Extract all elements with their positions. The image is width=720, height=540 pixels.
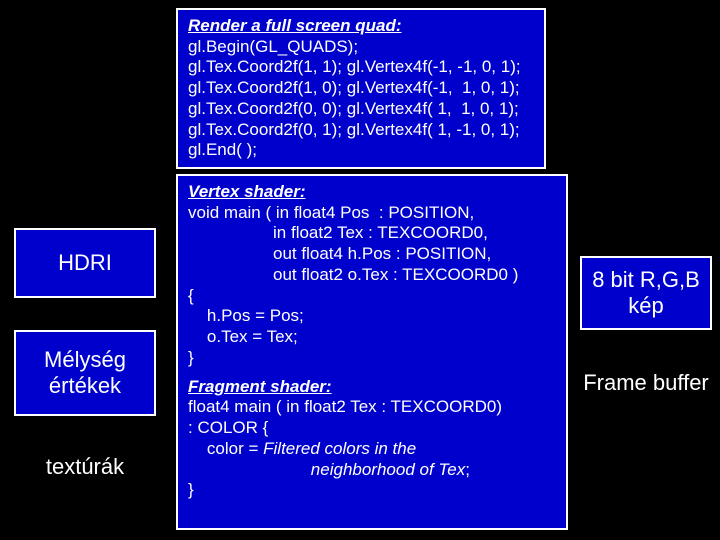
vertex-heading: Vertex shader: <box>188 182 556 203</box>
quad-heading: Render a full screen quad: <box>188 16 534 37</box>
shader-code-box: Vertex shader: void main ( in float4 Pos… <box>176 174 568 530</box>
melyseg-label: Mélység értékek <box>44 347 126 400</box>
fragment-body: color = Filtered colors in the neighborh… <box>188 439 556 501</box>
fragment-heading: Fragment shader: <box>188 377 556 398</box>
quad-code: gl.Begin(GL_QUADS); gl.Tex.Coord2f(1, 1)… <box>188 37 534 161</box>
framebuffer-label: Frame buffer <box>572 370 720 396</box>
rgb-box: 8 bit R,G,B kép <box>580 256 712 330</box>
melyseg-box: Mélység értékek <box>14 330 156 416</box>
fragment-sig: float4 main ( in float2 Tex : TEXCOORD0)… <box>188 397 556 438</box>
texturak-label: textúrák <box>14 454 156 480</box>
hdri-box: HDRI <box>14 228 156 298</box>
rgb-label: 8 bit R,G,B kép <box>592 267 700 320</box>
vertex-code: void main ( in float4 Pos : POSITION, in… <box>188 203 556 369</box>
quad-code-box: Render a full screen quad: gl.Begin(GL_Q… <box>176 8 546 169</box>
hdri-label: HDRI <box>58 250 112 276</box>
